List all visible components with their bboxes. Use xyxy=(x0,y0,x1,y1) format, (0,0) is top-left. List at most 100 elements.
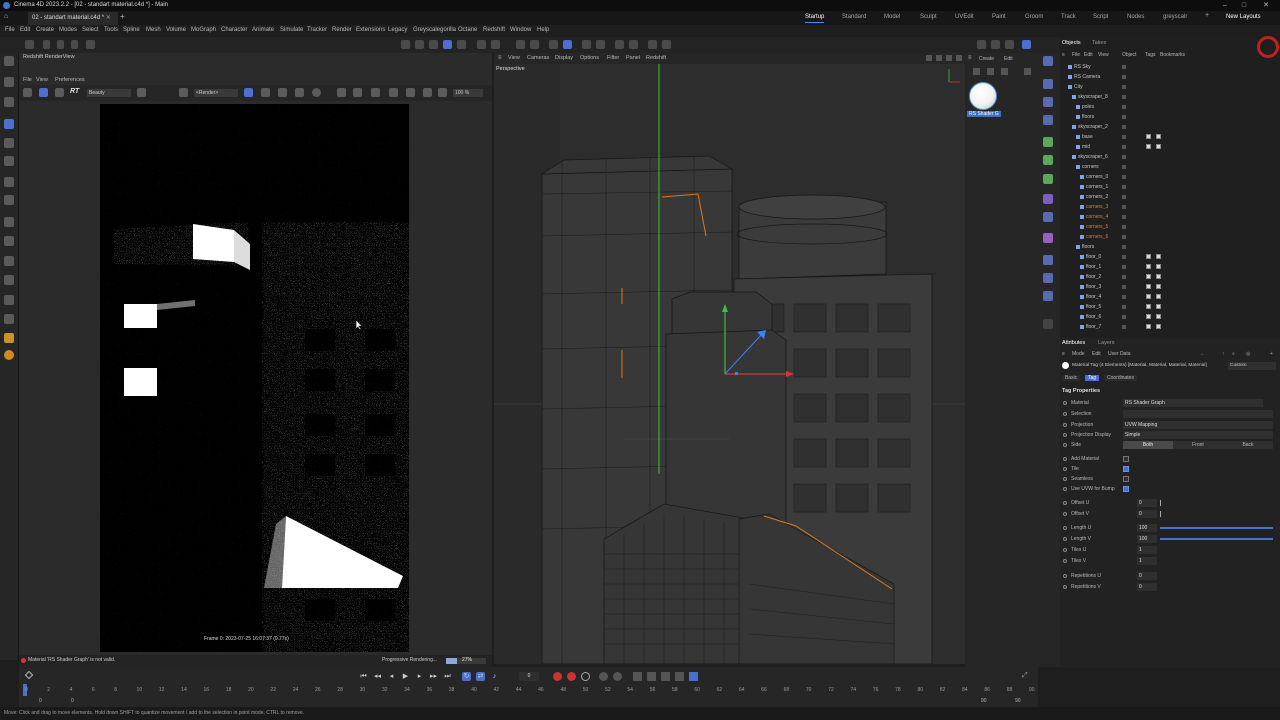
current-frame-field[interactable]: 0 xyxy=(519,672,539,681)
visibility-dots[interactable] xyxy=(1122,165,1126,169)
environment-icon[interactable] xyxy=(1043,212,1053,222)
obj-menu-icon[interactable]: ≡ xyxy=(1062,52,1065,58)
paint-icon[interactable] xyxy=(4,275,14,285)
aov-dropdown[interactable]: Beauty xyxy=(87,89,131,97)
transform-icon[interactable] xyxy=(4,177,14,187)
trash-icon[interactable] xyxy=(1024,68,1031,75)
motion-system-icon[interactable] xyxy=(599,672,608,681)
autokey-icon[interactable] xyxy=(567,672,576,681)
vp-maximize-icon[interactable] xyxy=(956,55,962,61)
vp-menu-redshift[interactable]: Redshift xyxy=(646,55,666,61)
layout-tab-groom[interactable]: Groom xyxy=(1025,14,1043,20)
layout-3-icon[interactable] xyxy=(1005,40,1014,49)
brush-object-icon[interactable] xyxy=(1043,319,1053,329)
layout-tab-script[interactable]: Script xyxy=(1093,14,1108,20)
side-both-button[interactable]: Both xyxy=(1123,441,1173,449)
material-link-field[interactable]: RS Shader Graph xyxy=(1123,399,1263,407)
previous-frame-icon[interactable]: ◂ xyxy=(387,672,396,681)
length-u-anim-dot[interactable] xyxy=(1063,526,1067,530)
close-icon[interactable]: ✕ xyxy=(1258,0,1274,11)
minimize-icon[interactable]: – xyxy=(1217,0,1233,11)
viewport-menu-icon[interactable]: ≡ xyxy=(498,55,502,61)
material-tag-icon[interactable] xyxy=(1146,274,1151,279)
visibility-dots[interactable] xyxy=(1122,305,1126,309)
mograph-icon[interactable] xyxy=(648,40,657,49)
menu-window[interactable]: Window xyxy=(510,27,531,33)
material-menu-edit[interactable]: Edit xyxy=(1004,56,1013,62)
obj-menu-view[interactable]: View xyxy=(1098,52,1109,58)
rv-crop-icon[interactable] xyxy=(179,88,188,97)
object-row[interactable]: floor_5 xyxy=(1060,302,1280,312)
material-tag-icon[interactable] xyxy=(1146,294,1151,299)
attr-search-icon[interactable]: ⌕ xyxy=(1232,351,1235,357)
object-row[interactable]: floor_7 xyxy=(1060,322,1280,332)
tiles-v-anim-dot[interactable] xyxy=(1063,559,1067,563)
uvw-tag-icon[interactable] xyxy=(1156,274,1161,279)
visibility-dots[interactable] xyxy=(1122,185,1126,189)
tiles-u-anim-dot[interactable] xyxy=(1063,548,1067,552)
coordinate-system-icon[interactable] xyxy=(86,40,95,49)
search-icon[interactable] xyxy=(4,56,14,66)
spline-pen-icon[interactable] xyxy=(4,236,14,246)
subtab-coordinates[interactable]: Coordinates xyxy=(1104,375,1137,381)
next-key-icon[interactable]: ▸▸ xyxy=(429,672,438,681)
object-row[interactable]: RS Camera xyxy=(1060,72,1280,82)
length-u-field[interactable]: 100 xyxy=(1137,524,1157,532)
visibility-dots[interactable] xyxy=(1122,85,1126,89)
uvw-tag-icon[interactable] xyxy=(1156,144,1161,149)
magnet-icon[interactable] xyxy=(4,295,14,305)
rv-region-icon[interactable] xyxy=(244,88,253,97)
snap-icon[interactable] xyxy=(516,40,525,49)
vp-menu-filter[interactable]: Filter xyxy=(607,55,619,61)
layout-tab-startup[interactable]: Startup xyxy=(805,14,825,23)
go-to-start-icon[interactable]: ⏮ xyxy=(359,672,368,681)
next-frame-icon[interactable]: ▸ xyxy=(415,672,424,681)
vp-menu-display[interactable]: Display xyxy=(555,55,573,61)
tab-objects[interactable]: Objects xyxy=(1062,40,1081,46)
rv-menu-view[interactable]: View xyxy=(36,77,48,83)
preview-start-field[interactable]: 0 xyxy=(71,698,74,704)
attr-menu-icon[interactable]: ≡ xyxy=(1062,351,1065,357)
solo-icon[interactable] xyxy=(582,40,591,49)
deformer-icon[interactable] xyxy=(1043,174,1053,184)
key-pla-icon[interactable] xyxy=(613,672,622,681)
python-icon[interactable] xyxy=(4,333,14,343)
offset-v-anim-dot[interactable] xyxy=(1063,512,1067,516)
document-tab[interactable]: 02 - standart material.c4d * ✕ xyxy=(28,12,118,25)
key-position-icon[interactable] xyxy=(633,672,642,681)
visibility-dots[interactable] xyxy=(1122,135,1126,139)
preview-end-field[interactable]: 90 xyxy=(981,698,987,704)
rv-asterisk-icon[interactable] xyxy=(295,88,304,97)
scale-tool-icon[interactable] xyxy=(4,156,14,166)
menu-modes[interactable]: Modes xyxy=(59,27,77,33)
range-end-field[interactable]: 90 xyxy=(1015,698,1021,704)
object-row[interactable]: base xyxy=(1060,132,1280,142)
offset-u-field[interactable]: 0 xyxy=(1137,499,1157,507)
generator-icon[interactable] xyxy=(1043,137,1053,147)
layout-tab-standard[interactable]: Standard xyxy=(842,14,866,20)
layout-2-icon[interactable] xyxy=(991,40,1000,49)
tile-checkbox[interactable] xyxy=(1123,466,1129,472)
perspective-viewport[interactable]: Perspective xyxy=(494,64,965,664)
new-layouts-button[interactable]: New Layouts xyxy=(1226,14,1261,20)
play-icon[interactable]: ▶ xyxy=(401,672,410,681)
rep-v-anim-dot[interactable] xyxy=(1063,585,1067,589)
key-rotation-icon[interactable] xyxy=(647,672,656,681)
add-material-checkbox[interactable] xyxy=(1123,456,1129,462)
volume-icon[interactable] xyxy=(1043,233,1053,243)
render-active-icon[interactable] xyxy=(415,40,424,49)
material-preview-ball[interactable] xyxy=(969,82,997,110)
timeline-fcurve-icon[interactable]: ⤢ xyxy=(1022,672,1031,681)
material-tag-icon[interactable] xyxy=(1146,134,1151,139)
seamless-anim-dot[interactable] xyxy=(1063,477,1067,481)
object-row[interactable]: City xyxy=(1060,82,1280,92)
undo-icon[interactable] xyxy=(25,40,34,49)
visibility-dots[interactable] xyxy=(1122,65,1126,69)
side-back-button[interactable]: Back xyxy=(1223,441,1273,449)
object-row[interactable]: corners_0 xyxy=(1060,172,1280,182)
length-v-slider[interactable] xyxy=(1160,538,1273,540)
visibility-dots[interactable] xyxy=(1122,105,1126,109)
text-icon[interactable] xyxy=(1043,115,1053,125)
object-row[interactable]: mid xyxy=(1060,142,1280,152)
uvw-tag-icon[interactable] xyxy=(1156,314,1161,319)
